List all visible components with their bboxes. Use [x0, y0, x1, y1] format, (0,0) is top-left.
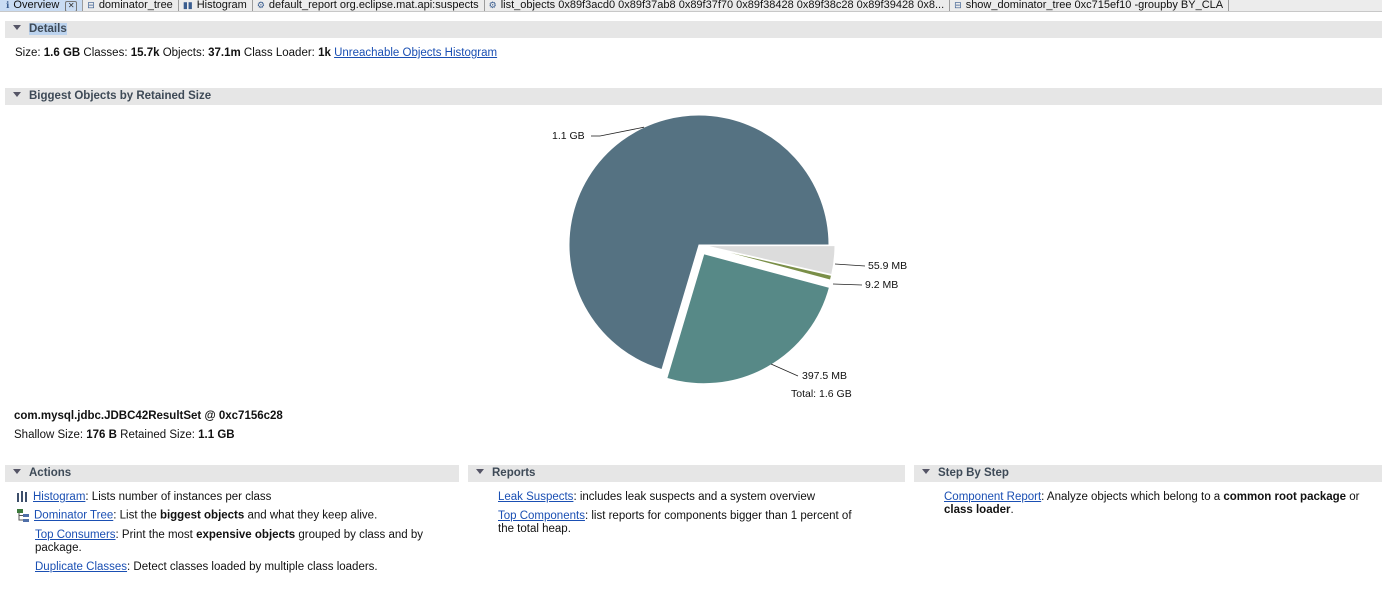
collapse-triangle-icon[interactable]	[13, 469, 21, 475]
component-report-link[interactable]: Component Report	[944, 491, 1041, 503]
objects-label: Objects:	[162, 47, 205, 59]
histogram-link[interactable]: Histogram	[33, 491, 85, 503]
reports-header-label: Reports	[492, 467, 536, 479]
class-loader-label: Class Loader:	[243, 47, 315, 59]
tab-default-report[interactable]: ⚙ default_report org.eclipse.mat.api:susp…	[253, 0, 485, 11]
actions-section-header[interactable]: Actions	[5, 465, 459, 482]
pie-slice-label: 397.5 MB	[802, 370, 847, 382]
step-by-step-section-header[interactable]: Step By Step	[914, 465, 1382, 482]
histogram-icon	[17, 491, 29, 503]
details-section-header[interactable]: Details	[5, 21, 1382, 38]
leak-suspects-link[interactable]: Leak Suspects	[498, 491, 573, 503]
collapse-triangle-icon[interactable]	[476, 469, 484, 475]
close-icon[interactable]: ✕	[65, 1, 78, 11]
details-header-label: Details	[29, 23, 67, 35]
shallow-size-value: 176 B	[86, 429, 117, 441]
report-icon: ⚙	[256, 0, 265, 10]
step-description: : Analyze objects which belong to a	[1041, 491, 1224, 503]
tree-icon: ⊟	[954, 0, 962, 10]
retained-size-label: Retained Size:	[120, 429, 195, 441]
pie-chart-svg[interactable]	[540, 112, 920, 412]
histogram-icon: ▮▮	[182, 0, 193, 10]
report-description: the total heap.	[498, 523, 571, 535]
tab-dominator-tree-label: dominator_tree	[98, 0, 173, 11]
action-description: : List the	[113, 509, 160, 522]
pie-slice-label: 1.1 GB	[552, 130, 585, 142]
action-description: package.	[35, 542, 82, 554]
shallow-size-label: Shallow Size:	[14, 429, 84, 441]
biggest-objects-header-label: Biggest Objects by Retained Size	[29, 90, 212, 102]
top-consumers-link[interactable]: Top Consumers	[35, 529, 116, 541]
overview-icon: ℹ	[6, 0, 10, 10]
objects-value: 37.1m	[208, 47, 241, 59]
biggest-objects-section-header[interactable]: Biggest Objects by Retained Size	[5, 88, 1382, 105]
reports-section-header[interactable]: Reports	[468, 465, 905, 482]
action-description: : Detect classes loaded by multiple clas…	[127, 561, 378, 573]
list-icon: ⚙	[488, 0, 497, 10]
action-item-top-consumers: Top Consumers: Print the most expensive …	[35, 529, 423, 555]
step-emphasis: common root package	[1223, 491, 1347, 503]
tab-show-dominator-tree-label: show_dominator_tree 0xc715ef10 -groupby …	[965, 0, 1224, 11]
details-summary: Size: 1.6 GB Classes: 15.7k Objects: 37.…	[15, 47, 497, 59]
size-value: 1.6 GB	[43, 47, 81, 59]
tab-dominator-tree[interactable]: ⊟ dominator_tree	[83, 0, 179, 11]
editor-tab-bar: ℹ Overview ✕ ⊟ dominator_tree ▮▮ Histogram ⚙…	[0, 0, 1382, 12]
pie-total-label: Total: 1.6 GB	[791, 388, 852, 400]
step-item-component-report: Component Report: Analyze objects which …	[944, 491, 1360, 517]
action-emphasis: biggest objects	[159, 509, 245, 522]
tree-icon	[17, 509, 30, 522]
action-description: : Print the most	[115, 529, 197, 541]
pie-leader-line	[770, 363, 799, 377]
collapse-triangle-icon[interactable]	[13, 25, 21, 31]
tree-icon: ⊟	[87, 0, 95, 10]
classes-value: 15.7k	[130, 47, 160, 59]
pie-slice-label: 9.2 MB	[865, 279, 899, 291]
unreachable-objects-histogram-link[interactable]: Unreachable Objects Histogram	[334, 47, 497, 59]
retained-size-value: 1.1 GB	[198, 429, 235, 441]
action-item-duplicate-classes: Duplicate Classes: Detect classes loaded…	[35, 561, 378, 574]
report-description: : list reports for components bigger tha…	[584, 510, 852, 522]
class-loader-value: 1k	[318, 47, 331, 59]
action-emphasis: expensive objects	[196, 529, 296, 541]
report-description: : includes leak suspects and a system ov…	[573, 491, 816, 503]
tab-show-dominator-tree[interactable]: ⊟ show_dominator_tree 0xc715ef10 -groupby…	[950, 0, 1230, 11]
top-components-link[interactable]: Top Components	[498, 510, 585, 522]
action-item-histogram: Histogram: Lists number of instances per…	[17, 491, 271, 504]
action-description: grouped by class and by	[295, 529, 424, 541]
size-label: Size:	[15, 47, 41, 59]
actions-header-label: Actions	[29, 467, 72, 479]
tab-histogram-label: Histogram	[196, 0, 247, 11]
selected-object-sizes: Shallow Size: 176 B Retained Size: 1.1 G…	[14, 429, 235, 441]
tab-overview[interactable]: ℹ Overview ✕	[0, 0, 84, 11]
pie-slice-label: 55.9 MB	[868, 260, 908, 272]
step-emphasis: class loader	[944, 504, 1011, 516]
step-by-step-header-label: Step By Step	[938, 467, 1009, 479]
pie-leader-line	[834, 263, 866, 267]
report-item-leak-suspects: Leak Suspects: includes leak suspects an…	[498, 491, 815, 504]
tab-list-objects[interactable]: ⚙ list_objects 0x89f3acd0 0x89f37ab8 0x89…	[485, 0, 951, 11]
tab-default-report-label: default_report org.eclipse.mat.api:suspe…	[268, 0, 479, 11]
action-item-dominator-tree: Dominator Tree: List the biggest objects…	[17, 509, 377, 523]
tab-overview-label: Overview	[13, 0, 60, 11]
report-item-top-components: Top Components: list reports for compone…	[498, 510, 852, 536]
pie-leader-line	[832, 283, 863, 286]
retained-size-pie-chart[interactable]	[540, 112, 920, 412]
tab-list-objects-label: list_objects 0x89f3acd0 0x89f37ab8 0x89f…	[500, 0, 945, 11]
selected-object-name: com.mysql.jdbc.JDBC42ResultSet @ 0xc7156…	[14, 410, 283, 422]
collapse-triangle-icon[interactable]	[13, 92, 21, 98]
action-description: : Lists number of instances per class	[85, 491, 272, 503]
classes-label: Classes:	[83, 47, 128, 59]
step-description: .	[1010, 504, 1014, 516]
step-description: or	[1346, 491, 1360, 503]
dominator-tree-link[interactable]: Dominator Tree	[34, 510, 113, 522]
duplicate-classes-link[interactable]: Duplicate Classes	[35, 561, 127, 573]
collapse-triangle-icon[interactable]	[922, 469, 930, 475]
tab-histogram[interactable]: ▮▮ Histogram	[179, 0, 253, 11]
action-description: and what they keep alive.	[244, 509, 378, 522]
